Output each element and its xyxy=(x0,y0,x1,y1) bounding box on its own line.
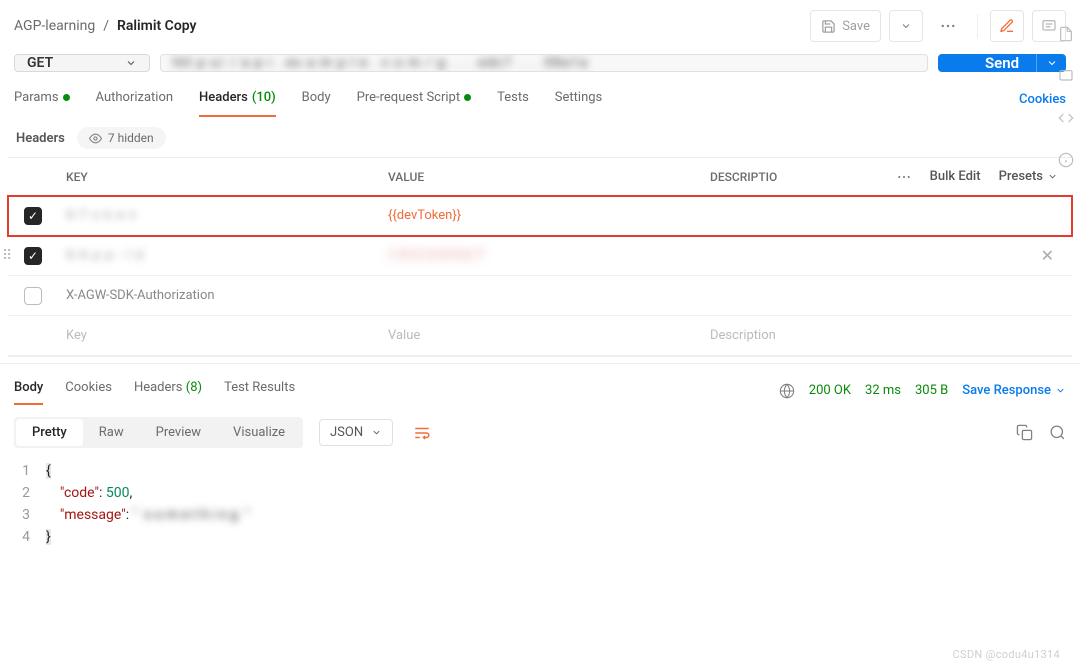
edit-button[interactable] xyxy=(990,10,1024,42)
header-key[interactable]: X-A p p - I d xyxy=(66,248,144,263)
table-row[interactable]: ✓ X-T o k e n {{devToken}} xyxy=(8,196,1072,236)
col-key: KEY xyxy=(58,170,380,184)
headers-label: Headers xyxy=(16,131,65,146)
chat-icon xyxy=(1058,68,1074,84)
watermark: CSDN @codu4u1314 xyxy=(953,648,1060,661)
table-row-new[interactable]: Key Value Description xyxy=(8,316,1072,356)
view-tab-raw[interactable]: Raw xyxy=(83,419,140,446)
more-columns[interactable] xyxy=(896,169,912,185)
wrap-icon xyxy=(413,424,431,442)
header-key[interactable]: X-T o k e n xyxy=(66,208,137,223)
view-tab-pretty[interactable]: Pretty xyxy=(16,419,83,446)
format-select[interactable]: JSON xyxy=(319,419,393,446)
chevron-down-icon xyxy=(371,427,382,438)
save-icon xyxy=(821,19,836,34)
send-label: Send xyxy=(985,54,1019,72)
method-select[interactable]: GET xyxy=(14,54,150,72)
method-label: GET xyxy=(27,55,53,71)
save-dropdown[interactable] xyxy=(889,10,923,42)
doc-icon xyxy=(1058,26,1074,42)
key-placeholder[interactable]: Key xyxy=(58,328,380,343)
more-actions-button[interactable] xyxy=(931,10,965,42)
resp-tab-cookies[interactable]: Cookies xyxy=(65,376,112,405)
table-row[interactable]: X-AGW-SDK-Authorization xyxy=(8,276,1072,316)
col-description: DESCRIPTIO xyxy=(702,170,802,184)
tab-headers[interactable]: Headers (10) xyxy=(199,82,276,117)
status-time: 32 ms xyxy=(865,383,901,398)
headers-count: (10) xyxy=(252,90,276,105)
tab-body[interactable]: Body xyxy=(302,82,331,117)
checkbox[interactable] xyxy=(24,287,42,305)
header-value[interactable]: 1 0 2 3 4 5 6 7 xyxy=(388,248,484,263)
checkbox[interactable]: ✓ xyxy=(24,207,42,225)
breadcrumb-request[interactable]: Ralimit Copy xyxy=(117,18,197,34)
resp-headers-count: (8) xyxy=(186,380,202,395)
tab-authorization[interactable]: Authorization xyxy=(96,82,174,117)
url-text: htt p s/ / a p i . ex a m p l e . c o m … xyxy=(173,55,588,71)
save-response-button[interactable]: Save Response xyxy=(962,383,1066,398)
header-value[interactable]: {{devToken}} xyxy=(388,208,461,223)
hidden-headers-toggle[interactable]: 7 hidden xyxy=(77,127,166,149)
resp-tab-testresults[interactable]: Test Results xyxy=(224,376,295,405)
header-key[interactable]: X-AGW-SDK-Authorization xyxy=(58,288,380,303)
chevron-down-icon xyxy=(125,57,137,69)
table-row[interactable]: ⠿ ✓ X-A p p - I d 1 0 2 3 4 5 6 7 ✕ xyxy=(8,236,1072,276)
tab-params[interactable]: Params xyxy=(14,82,70,117)
more-horizontal-icon xyxy=(896,169,912,185)
dot-indicator xyxy=(464,94,471,101)
wrap-lines-button[interactable] xyxy=(405,420,439,446)
url-input[interactable]: htt p s/ / a p i . ex a m p l e . c o m … xyxy=(160,54,928,72)
checkbox[interactable]: ✓ xyxy=(24,247,42,265)
drag-handle-icon[interactable]: ⠿ xyxy=(2,248,12,264)
copy-button[interactable] xyxy=(1016,424,1033,441)
view-tab-preview[interactable]: Preview xyxy=(140,419,217,446)
save-label: Save xyxy=(842,19,870,34)
copy-icon xyxy=(1016,424,1033,441)
body-view-tabs: Pretty Raw Preview Visualize xyxy=(14,417,303,448)
chevron-down-icon xyxy=(900,20,912,32)
globe-icon xyxy=(779,383,795,399)
status-code: 200 OK xyxy=(809,383,851,398)
eye-icon xyxy=(89,132,102,145)
col-value: VALUE xyxy=(380,170,702,184)
response-body[interactable]: 1{ 2 "code": 500, 3 "message": " s o m e… xyxy=(0,456,1080,568)
desc-placeholder[interactable]: Description xyxy=(702,328,1072,343)
bulk-edit-button[interactable]: Bulk Edit xyxy=(930,169,981,184)
breadcrumb-sep: / xyxy=(103,18,109,34)
resp-tab-body[interactable]: Body xyxy=(14,376,43,405)
tab-settings[interactable]: Settings xyxy=(555,82,602,117)
rail-comment-icon[interactable] xyxy=(1058,68,1074,84)
value-placeholder[interactable]: Value xyxy=(380,328,702,343)
send-button[interactable]: Send xyxy=(938,54,1066,72)
network-icon[interactable] xyxy=(779,383,795,399)
dot-indicator xyxy=(63,94,70,101)
more-horizontal-icon xyxy=(939,17,957,35)
tab-tests[interactable]: Tests xyxy=(497,82,529,117)
status-size: 305 B xyxy=(915,383,948,398)
rail-docs-icon[interactable] xyxy=(1058,26,1074,42)
info-icon xyxy=(1058,152,1074,168)
pencil-icon xyxy=(999,18,1015,34)
tab-prerequest[interactable]: Pre-request Script xyxy=(357,82,471,117)
resp-tab-headers[interactable]: Headers (8) xyxy=(134,376,202,405)
rail-info-icon[interactable] xyxy=(1058,152,1074,168)
code-icon xyxy=(1058,110,1074,126)
rail-code-icon[interactable] xyxy=(1058,110,1074,126)
view-tab-visualize[interactable]: Visualize xyxy=(217,419,301,446)
presets-button[interactable]: Presets xyxy=(999,169,1058,184)
save-button[interactable]: Save xyxy=(810,10,881,42)
breadcrumb-workspace[interactable]: AGP-learning xyxy=(14,18,95,34)
